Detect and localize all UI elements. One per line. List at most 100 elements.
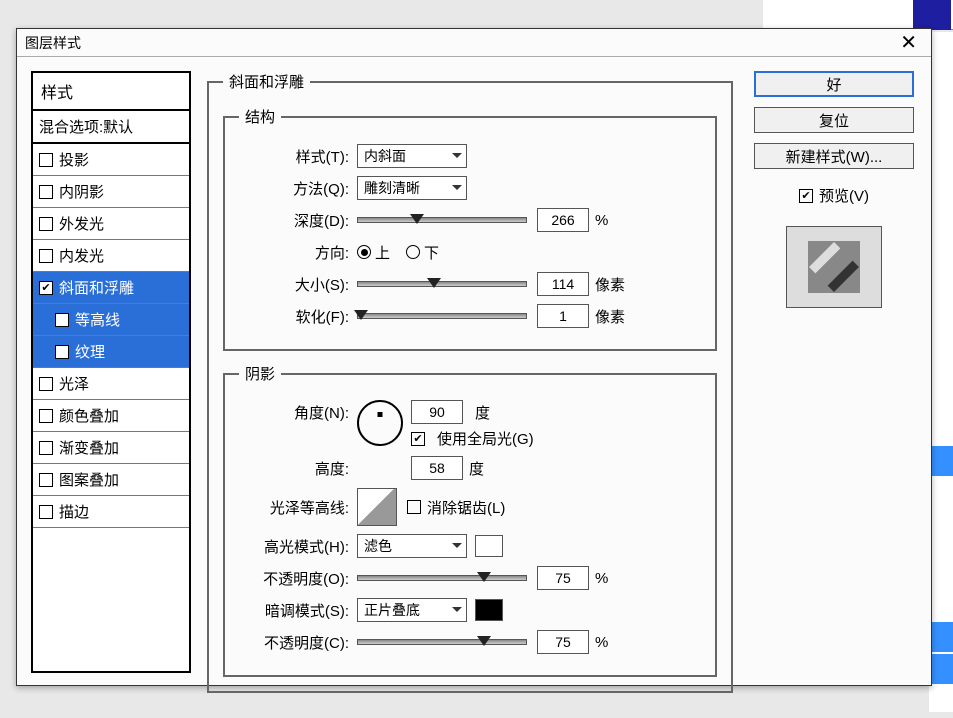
style-row-纹理[interactable]: 纹理 <box>33 336 189 368</box>
style-checkbox[interactable] <box>39 377 53 391</box>
style-label: 外发光 <box>59 213 104 234</box>
style-checkbox[interactable] <box>39 249 53 263</box>
style-checkbox[interactable] <box>39 505 53 519</box>
depth-slider[interactable] <box>357 217 527 223</box>
style-label: 内发光 <box>59 245 104 266</box>
layer-style-dialog: 图层样式 ✕ 样式 混合选项:默认 投影内阴影外发光内发光斜面和浮雕等高线纹理光… <box>16 28 932 686</box>
style-row-投影[interactable]: 投影 <box>33 144 189 176</box>
shadow-mode-combo[interactable]: 正片叠底 <box>357 598 467 622</box>
styles-list: 样式 混合选项:默认 投影内阴影外发光内发光斜面和浮雕等高线纹理光泽颜色叠加渐变… <box>31 71 191 673</box>
direction-down-radio[interactable] <box>406 245 420 259</box>
style-checkbox[interactable] <box>55 313 69 327</box>
style-label: 等高线 <box>75 309 120 330</box>
shadow-opacity-slider[interactable] <box>357 639 527 645</box>
technique-label: 方法(Q): <box>239 178 357 199</box>
soften-input[interactable]: 1 <box>537 304 589 328</box>
angle-unit: 度 <box>475 402 490 423</box>
highlight-color-swatch[interactable] <box>475 535 503 557</box>
angle-input[interactable]: 90 <box>411 400 463 424</box>
style-checkbox[interactable] <box>39 441 53 455</box>
style-row-等高线[interactable]: 等高线 <box>33 304 189 336</box>
direction-label: 方向: <box>239 242 357 263</box>
altitude-unit: 度 <box>469 458 484 479</box>
size-slider[interactable] <box>357 281 527 287</box>
style-row-内发光[interactable]: 内发光 <box>33 240 189 272</box>
style-label: 纹理 <box>75 341 105 362</box>
style-label: 渐变叠加 <box>59 437 119 458</box>
blend-options-row[interactable]: 混合选项:默认 <box>33 111 189 144</box>
highlight-mode-combo[interactable]: 滤色 <box>357 534 467 558</box>
direction-up-radio[interactable] <box>357 245 371 259</box>
bevel-emboss-legend: 斜面和浮雕 <box>223 71 310 92</box>
gloss-contour-picker[interactable] <box>357 488 397 526</box>
shadow-mode-label: 暗调模式(S): <box>239 600 357 621</box>
style-row-光泽[interactable]: 光泽 <box>33 368 189 400</box>
style-row-颜色叠加[interactable]: 颜色叠加 <box>33 400 189 432</box>
highlight-opacity-input[interactable]: 75 <box>537 566 589 590</box>
depth-input[interactable]: 266 <box>537 208 589 232</box>
dialog-title: 图层样式 <box>25 33 894 53</box>
style-checkbox[interactable] <box>39 217 53 231</box>
style-combo[interactable]: 内斜面 <box>357 144 467 168</box>
bevel-emboss-group: 斜面和浮雕 结构 样式(T): 内斜面 方法(Q): 雕刻清晰 深度(D): <box>207 71 733 693</box>
shading-group: 阴影 角度(N): 90 度 使用全局光(G) <box>223 363 717 677</box>
bg-right-strip <box>929 32 953 712</box>
style-label: 内阴影 <box>59 181 104 202</box>
shading-legend: 阴影 <box>239 363 281 384</box>
direction-down-label: 下 <box>424 242 439 263</box>
technique-combo[interactable]: 雕刻清晰 <box>357 176 467 200</box>
shadow-opacity-input[interactable]: 75 <box>537 630 589 654</box>
global-light-label: 使用全局光(G) <box>437 428 534 449</box>
style-checkbox[interactable] <box>39 185 53 199</box>
style-checkbox[interactable] <box>39 473 53 487</box>
reset-button[interactable]: 复位 <box>754 107 914 133</box>
bevel-preview-icon <box>808 241 860 293</box>
style-checkbox[interactable] <box>39 409 53 423</box>
highlight-mode-label: 高光模式(H): <box>239 536 357 557</box>
angle-dial[interactable] <box>357 400 403 446</box>
style-row-描边[interactable]: 描边 <box>33 496 189 528</box>
style-row-内阴影[interactable]: 内阴影 <box>33 176 189 208</box>
style-checkbox[interactable] <box>39 281 53 295</box>
structure-group: 结构 样式(T): 内斜面 方法(Q): 雕刻清晰 深度(D): 266 % <box>223 106 717 351</box>
ok-button[interactable]: 好 <box>754 71 914 97</box>
altitude-input[interactable]: 58 <box>411 456 463 480</box>
style-row-外发光[interactable]: 外发光 <box>33 208 189 240</box>
preview-checkbox[interactable] <box>799 189 813 203</box>
direction-up-label: 上 <box>375 242 390 263</box>
size-input[interactable]: 114 <box>537 272 589 296</box>
angle-label: 角度(N): <box>239 400 357 423</box>
soften-slider[interactable] <box>357 313 527 319</box>
blend-options-label: 混合选项:默认 <box>39 116 133 137</box>
soften-label: 软化(F): <box>239 306 357 327</box>
bg-right-highlight <box>929 654 953 684</box>
structure-legend: 结构 <box>239 106 281 127</box>
soften-unit: 像素 <box>595 306 625 327</box>
close-icon[interactable]: ✕ <box>894 30 923 55</box>
size-unit: 像素 <box>595 274 625 295</box>
depth-label: 深度(D): <box>239 210 357 231</box>
style-checkbox[interactable] <box>55 345 69 359</box>
antialias-checkbox[interactable] <box>407 500 421 514</box>
style-label: 图案叠加 <box>59 469 119 490</box>
global-light-checkbox[interactable] <box>411 432 425 446</box>
shadow-opacity-unit: % <box>595 634 608 651</box>
highlight-opacity-unit: % <box>595 570 608 587</box>
new-style-button[interactable]: 新建样式(W)... <box>754 143 914 169</box>
shadow-color-swatch[interactable] <box>475 599 503 621</box>
style-row-图案叠加[interactable]: 图案叠加 <box>33 464 189 496</box>
highlight-opacity-label: 不透明度(O): <box>239 568 357 589</box>
styles-header[interactable]: 样式 <box>33 73 189 111</box>
style-label: 描边 <box>59 501 89 522</box>
style-checkbox[interactable] <box>39 153 53 167</box>
style-row-斜面和浮雕[interactable]: 斜面和浮雕 <box>33 272 189 304</box>
shadow-opacity-label: 不透明度(C): <box>239 632 357 653</box>
style-label: 样式(T): <box>239 146 357 167</box>
bg-blue-square <box>913 0 951 30</box>
antialias-label: 消除锯齿(L) <box>427 497 505 518</box>
gloss-contour-label: 光泽等高线: <box>239 497 357 518</box>
style-row-渐变叠加[interactable]: 渐变叠加 <box>33 432 189 464</box>
highlight-opacity-slider[interactable] <box>357 575 527 581</box>
preview-label: 预览(V) <box>819 185 869 206</box>
style-label: 光泽 <box>59 373 89 394</box>
